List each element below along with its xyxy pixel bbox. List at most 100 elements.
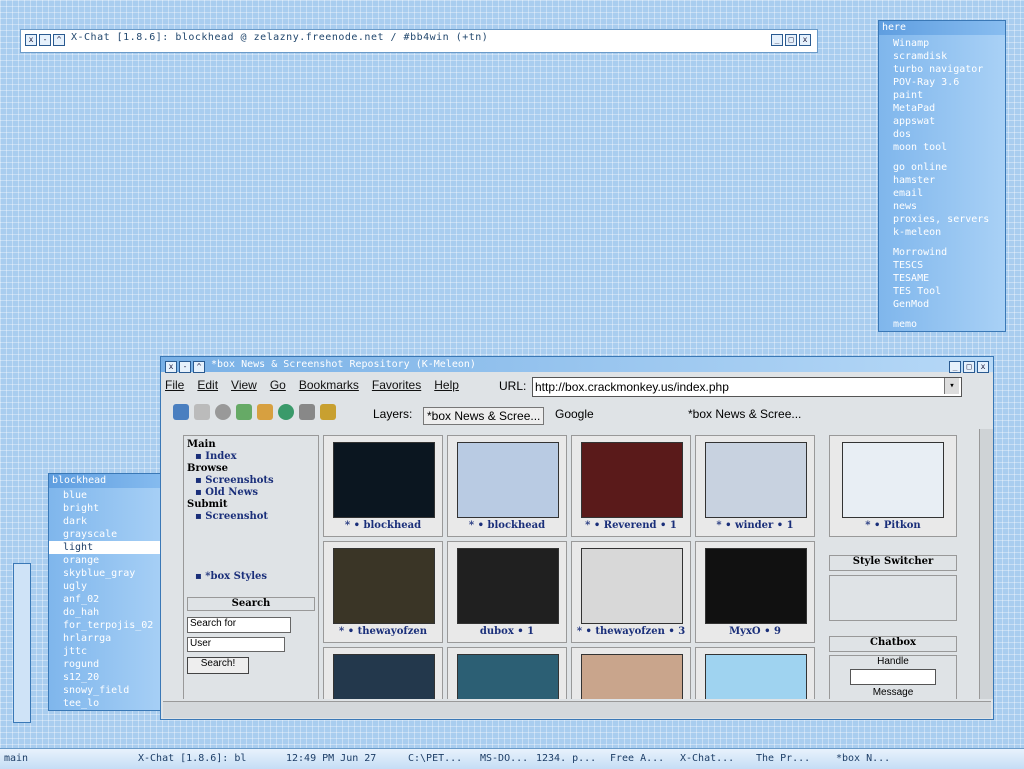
thumbnail-caption[interactable]: MyxO • 9: [696, 626, 814, 637]
style-item[interactable]: anf_02: [49, 593, 169, 606]
minimize-icon[interactable]: _: [771, 34, 783, 46]
thumbnail-caption[interactable]: * • Reverend • 1: [572, 520, 690, 531]
url-dropdown-icon[interactable]: ▾: [944, 378, 959, 394]
menu-item[interactable]: moon tool: [879, 141, 1005, 154]
menu-item[interactable]: TESAME: [879, 272, 1005, 285]
handle-input[interactable]: [850, 669, 936, 685]
style-item[interactable]: light: [49, 541, 169, 554]
style-item[interactable]: do_hah: [49, 606, 169, 619]
style-item[interactable]: hrlarrga: [49, 632, 169, 645]
thumbnail-image[interactable]: [333, 442, 435, 518]
thumbnail-image[interactable]: [333, 654, 435, 699]
thumbnail-caption[interactable]: dubox • 1: [448, 626, 566, 637]
style-item[interactable]: blue: [49, 489, 169, 502]
url-input[interactable]: http://box.crackmonkey.us/index.php: [532, 377, 962, 397]
arrow-up-icon[interactable]: ^: [53, 34, 65, 46]
home-icon[interactable]: [257, 404, 273, 420]
menu-favorites[interactable]: Favorites: [372, 378, 421, 392]
style-item[interactable]: skyblue_gray: [49, 567, 169, 580]
style-item[interactable]: rogund: [49, 658, 169, 671]
tools-icon[interactable]: [320, 404, 336, 420]
print-icon[interactable]: [299, 404, 315, 420]
thumbnail-cell[interactable]: * • winder • 1: [695, 435, 815, 537]
menu-file[interactable]: File: [165, 378, 184, 392]
window-controls[interactable]: x - ^: [165, 359, 207, 374]
style-item[interactable]: s12_20: [49, 671, 169, 684]
taskbar[interactable]: main X-Chat [1.8.6]: bl... 12:49 PM Jun 27…: [0, 748, 1024, 769]
layer-tab[interactable]: *box News & Scree...: [688, 407, 801, 421]
taskbar-item[interactable]: The Pr...: [756, 752, 828, 766]
style-item[interactable]: snowy_field: [49, 684, 169, 697]
arrow-up-icon[interactable]: ^: [193, 361, 205, 373]
nav-link-screenshot[interactable]: Screenshot: [205, 511, 268, 522]
search-button[interactable]: Search!: [187, 657, 249, 674]
thumbnail-cell[interactable]: * • blockhead: [447, 435, 567, 537]
thumbnail-cell[interactable]: * • thewayofzen • 3: [571, 541, 691, 643]
taskbar-item[interactable]: C:\PET...: [408, 752, 474, 766]
thumbnail-image[interactable]: [705, 442, 807, 518]
menu-item[interactable]: news: [879, 200, 1005, 213]
menu-item[interactable]: TESCS: [879, 259, 1005, 272]
thumbnail-image[interactable]: [333, 548, 435, 624]
layer-tab[interactable]: *box News & Scree...: [423, 407, 545, 425]
thumbnail-cell[interactable]: [571, 647, 691, 699]
search-input[interactable]: Search for: [187, 617, 291, 633]
shade-icon[interactable]: -: [179, 361, 191, 373]
menu-item[interactable]: turbo navigator: [879, 63, 1005, 76]
style-item[interactable]: jttc: [49, 645, 169, 658]
thumbnail-cell[interactable]: * • Reverend • 1: [571, 435, 691, 537]
user-select[interactable]: User: [187, 637, 285, 652]
nav-link-screenshots[interactable]: Screenshots: [205, 475, 273, 486]
menu-view[interactable]: View: [231, 378, 257, 392]
menu-item[interactable]: go online: [879, 161, 1005, 174]
style-menu[interactable]: blockhead blue bright dark grayscale light or…: [48, 473, 170, 711]
window-controls[interactable]: x - ^: [25, 34, 67, 46]
thumbnail-caption[interactable]: * • blockhead: [448, 520, 566, 531]
menu-item[interactable]: k-meleon: [879, 226, 1005, 239]
featured-shot[interactable]: * • Pitkon: [829, 435, 957, 537]
thumbnail-cell[interactable]: * • blockhead: [323, 435, 443, 537]
menu-item[interactable]: dos: [879, 128, 1005, 141]
taskbar-item[interactable]: Free A...: [610, 752, 674, 766]
menu-help[interactable]: Help: [434, 378, 459, 392]
thumbnail-image[interactable]: [457, 442, 559, 518]
menu-item[interactable]: Morrowind: [879, 246, 1005, 259]
menu-item[interactable]: TES Tool: [879, 285, 1005, 298]
kmeleon-window[interactable]: x - ^ *box News & Screenshot Repository (K…: [160, 356, 994, 720]
close-icon[interactable]: x: [25, 34, 37, 46]
thumbnail-cell[interactable]: [447, 647, 567, 699]
thumbnail-image[interactable]: [705, 654, 807, 699]
menu-item[interactable]: appswat: [879, 115, 1005, 128]
menu-item[interactable]: scramdisk: [879, 50, 1005, 63]
thumbnail-caption[interactable]: * • thewayofzen: [324, 626, 442, 637]
vertical-scrollbar[interactable]: [979, 429, 993, 699]
thumbnail-caption[interactable]: * • winder • 1: [696, 520, 814, 531]
back-icon[interactable]: [173, 404, 189, 420]
xchat-window[interactable]: x - ^ X-Chat [1.8.6]: blockhead @ zelazny.…: [20, 29, 818, 53]
maximize-icon[interactable]: □: [785, 34, 797, 46]
thumbnail-image[interactable]: [581, 548, 683, 624]
menu-item[interactable]: Winamp: [879, 37, 1005, 50]
taskbar-item[interactable]: main: [4, 752, 104, 766]
thumbnail-cell[interactable]: dubox • 1: [447, 541, 567, 643]
nav-link-box-styles[interactable]: *box Styles: [205, 571, 267, 582]
menu-go[interactable]: Go: [270, 378, 286, 392]
style-item[interactable]: ugly: [49, 580, 169, 593]
style-item[interactable]: for_terpojis_02: [49, 619, 169, 632]
style-swatches[interactable]: [829, 575, 957, 621]
style-item[interactable]: orange: [49, 554, 169, 567]
taskbar-item[interactable]: *box N...: [836, 752, 896, 766]
thumbnail-caption[interactable]: * • blockhead: [324, 520, 442, 531]
menu-item[interactable]: POV-Ray 3.6: [879, 76, 1005, 89]
thumbnail-image[interactable]: [457, 654, 559, 699]
taskbar-item[interactable]: 1234. p...: [536, 752, 606, 766]
taskbar-item[interactable]: X-Chat [1.8.6]: bl...: [138, 752, 248, 766]
taskbar-item[interactable]: X-Chat...: [680, 752, 750, 766]
close-icon[interactable]: x: [977, 361, 989, 373]
maximize-icon[interactable]: □: [963, 361, 975, 373]
left-dock[interactable]: [13, 563, 31, 723]
style-item[interactable]: tee_lo: [49, 697, 169, 710]
search-icon[interactable]: [278, 404, 294, 420]
style-item[interactable]: grayscale: [49, 528, 169, 541]
menu-item[interactable]: proxies, servers: [879, 213, 1005, 226]
